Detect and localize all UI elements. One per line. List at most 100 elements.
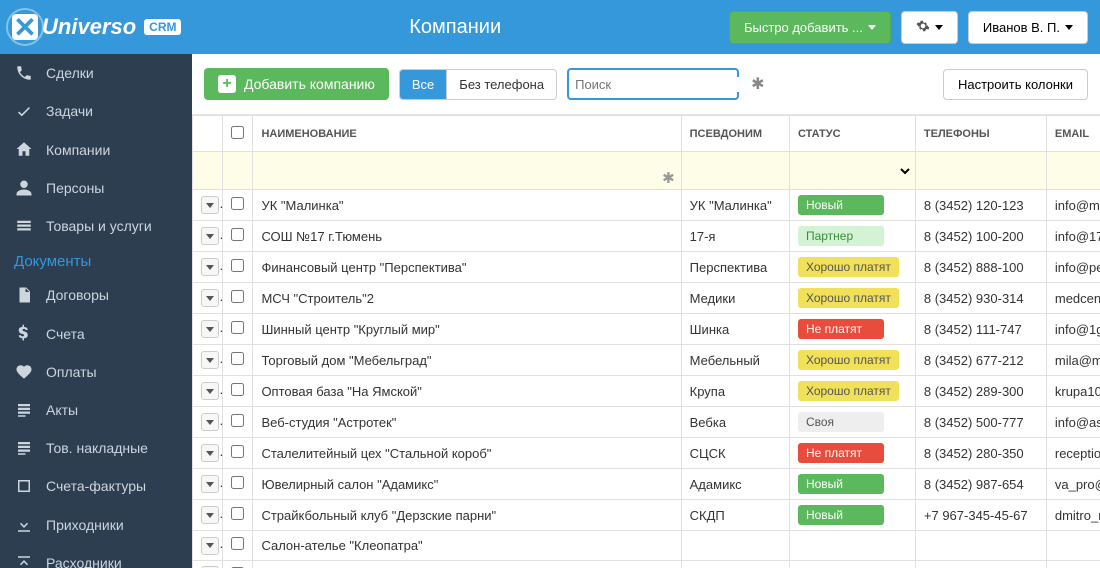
row-checkbox[interactable]	[231, 352, 244, 365]
cell-name[interactable]: Веб-студия "Астротек"	[253, 407, 681, 438]
row-checkbox[interactable]	[231, 507, 244, 520]
sidebar-item-label: Приходники	[46, 517, 124, 533]
sidebar-doc-5[interactable]: Счета-фактуры	[0, 467, 192, 505]
cell-alias: Крупа	[681, 376, 789, 407]
sidebar-item-4[interactable]: Товары и услуги	[0, 207, 192, 245]
add-company-button[interactable]: + Добавить компанию	[204, 68, 389, 100]
col-status[interactable]: СТАТУС	[789, 116, 915, 152]
row-menu-button[interactable]	[201, 506, 219, 524]
user-menu-button[interactable]: Иванов В. П.	[968, 11, 1088, 44]
cell-alias: СКДП	[681, 500, 789, 531]
sidebar-doc-2[interactable]: Оплаты	[0, 353, 192, 391]
sidebar-item-label: Оплаты	[46, 364, 97, 380]
dollar-icon	[14, 324, 34, 342]
sidebar-doc-1[interactable]: Счета	[0, 314, 192, 352]
sidebar-item-label: Тов. накладные	[46, 440, 148, 456]
col-phone[interactable]: ТЕЛЕФОНЫ	[915, 116, 1046, 152]
cell-name[interactable]: Торговый дом "Золотые купола"	[253, 560, 681, 568]
filter-email-input[interactable]	[1049, 164, 1100, 178]
row-menu-button[interactable]	[201, 289, 219, 307]
sidebar-item-label: Задачи	[46, 103, 93, 119]
sidebar-item-2[interactable]: Компании	[0, 130, 192, 168]
cell-name[interactable]: СОШ №17 г.Тюмень	[253, 221, 681, 252]
cell-name[interactable]: Торговый дом "Мебельград"	[253, 345, 681, 376]
quick-add-button[interactable]: Быстро добавить ...	[729, 11, 891, 44]
sidebar-item-3[interactable]: Персоны	[0, 169, 192, 207]
filter-no-phone-button[interactable]: Без телефона	[446, 70, 556, 99]
sidebar-item-label: Персоны	[46, 180, 104, 196]
cell-phone: 8 (3452) 987-654	[915, 469, 1046, 500]
cell-alias: Адамикс	[681, 469, 789, 500]
sidebar-item-0[interactable]: Сделки	[0, 54, 192, 92]
cell-name[interactable]: УК "Малинка"	[253, 190, 681, 221]
sidebar-doc-3[interactable]: Акты	[0, 391, 192, 429]
sidebar-item-1[interactable]: Задачи	[0, 92, 192, 130]
row-menu-button[interactable]	[201, 351, 219, 369]
main-content: + Добавить компанию Все Без телефона ✱ Н…	[192, 54, 1100, 568]
cell-name[interactable]: МСЧ "Строитель"2	[253, 283, 681, 314]
cell-email: va_pro@gmuil.com	[1046, 469, 1100, 500]
gear-icon	[916, 19, 930, 36]
table-wrapper[interactable]: НАИМЕНОВАНИЕ ПСЕВДОНИМ СТАТУС ТЕЛЕФОНЫ E…	[192, 115, 1100, 568]
row-checkbox[interactable]	[231, 445, 244, 458]
filter-status-select[interactable]	[792, 163, 913, 179]
cell-name[interactable]: Салон-ателье "Клеопатра"	[253, 531, 681, 561]
cell-email	[1046, 560, 1100, 568]
settings-button[interactable]	[901, 11, 958, 44]
search-input[interactable]	[575, 77, 751, 92]
filter-name-input[interactable]	[255, 155, 678, 169]
cell-phone: 8 (3452) 888-100	[915, 252, 1046, 283]
sidebar-doc-7[interactable]: Расходники	[0, 544, 192, 568]
row-checkbox[interactable]	[231, 476, 244, 489]
filter-all-button[interactable]: Все	[400, 70, 446, 99]
filter-phone-input[interactable]	[918, 164, 1044, 178]
row-checkbox[interactable]	[231, 383, 244, 396]
row-menu-button[interactable]	[201, 382, 219, 400]
col-email[interactable]: EMAIL	[1046, 116, 1100, 152]
row-checkbox[interactable]	[231, 228, 244, 241]
cell-name[interactable]: Оптовая база "На Ямской"	[253, 376, 681, 407]
row-checkbox[interactable]	[231, 197, 244, 210]
cell-status: Не платят	[789, 314, 915, 345]
configure-columns-button[interactable]: Настроить колонки	[943, 69, 1088, 100]
col-name[interactable]: НАИМЕНОВАНИЕ	[253, 116, 681, 152]
list-icon	[14, 217, 34, 235]
cell-name[interactable]: Финансовый центр "Перспектива"	[253, 252, 681, 283]
row-checkbox[interactable]	[231, 537, 244, 550]
cell-alias: Мебельный	[681, 345, 789, 376]
table-row: СОШ №17 г.Тюмень 17-я Партнер 8 (3452) 1…	[193, 221, 1100, 252]
row-checkbox[interactable]	[231, 259, 244, 272]
row-menu-button[interactable]	[201, 413, 219, 431]
asterisk-icon: ✱	[751, 74, 764, 94]
sidebar-item-label: Договоры	[46, 287, 109, 303]
row-checkbox[interactable]	[231, 290, 244, 303]
home-icon	[14, 140, 34, 158]
cell-name[interactable]: Ювелирный салон "Адамикс"	[253, 469, 681, 500]
sidebar-doc-6[interactable]: Приходники	[0, 506, 192, 544]
row-menu-button[interactable]	[201, 258, 219, 276]
select-all-checkbox[interactable]	[231, 126, 244, 139]
lines-icon	[14, 401, 34, 419]
table-row: Торговый дом "Мебельград" Мебельный Хоро…	[193, 345, 1100, 376]
row-menu-button[interactable]	[201, 444, 219, 462]
sidebar-doc-0[interactable]: Договоры	[0, 276, 192, 314]
cell-name[interactable]: Шинный центр "Круглый мир"	[253, 314, 681, 345]
cell-name[interactable]: Страйкбольный клуб "Дерзские парни"	[253, 500, 681, 531]
sidebar-doc-4[interactable]: Тов. накладные	[0, 429, 192, 467]
chevron-down-icon	[868, 25, 876, 30]
row-checkbox[interactable]	[231, 321, 244, 334]
upload-icon	[14, 554, 34, 568]
filter-alias-input[interactable]	[684, 164, 787, 178]
row-menu-button[interactable]	[201, 196, 219, 214]
cell-phone: 8 (3452) 111-747	[915, 314, 1046, 345]
row-menu-button[interactable]	[201, 537, 219, 555]
col-alias[interactable]: ПСЕВДОНИМ	[681, 116, 789, 152]
download-icon	[14, 516, 34, 534]
status-badge: Своя	[798, 412, 884, 432]
logo[interactable]: ✕ Universo CRM	[12, 14, 181, 40]
row-menu-button[interactable]	[201, 320, 219, 338]
row-menu-button[interactable]	[201, 475, 219, 493]
row-checkbox[interactable]	[231, 414, 244, 427]
row-menu-button[interactable]	[201, 227, 219, 245]
cell-name[interactable]: Сталелитейный цех "Стальной короб"	[253, 438, 681, 469]
